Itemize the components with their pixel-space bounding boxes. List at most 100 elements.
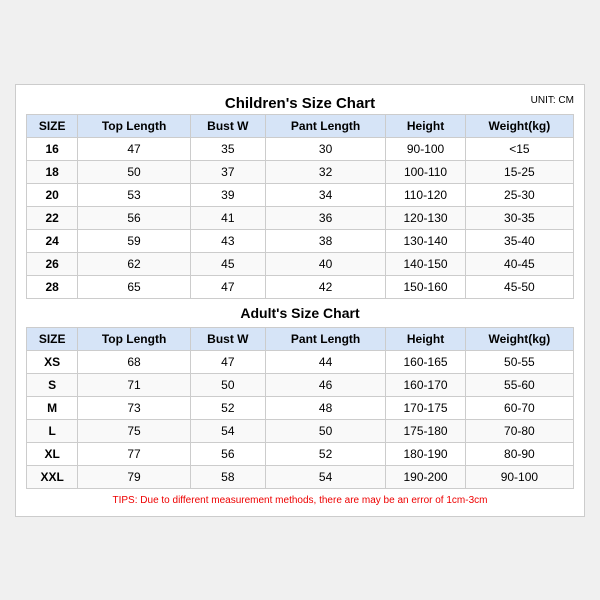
tips-text: TIPS: Due to different measurement metho… <box>26 495 574 506</box>
table-row: L755450175-18070-80 <box>27 419 574 442</box>
table-cell: 26 <box>27 252 78 275</box>
table-cell: 56 <box>78 206 191 229</box>
table-cell: 73 <box>78 396 191 419</box>
table-cell: M <box>27 396 78 419</box>
table-cell: 80-90 <box>465 442 573 465</box>
table-cell: 90-100 <box>465 465 573 488</box>
col-bust-w: Bust W <box>190 114 265 137</box>
table-cell: 34 <box>265 183 385 206</box>
table-row: 22564136120-13030-35 <box>27 206 574 229</box>
table-cell: 140-150 <box>386 252 465 275</box>
table-row: 28654742150-16045-50 <box>27 275 574 298</box>
unit-label: UNIT: CM <box>531 95 574 106</box>
col-weight: Weight(kg) <box>465 114 573 137</box>
table-row: 26624540140-15040-45 <box>27 252 574 275</box>
table-cell: 35-40 <box>465 229 573 252</box>
table-cell: <15 <box>465 137 573 160</box>
table-cell: 41 <box>190 206 265 229</box>
table-cell: 47 <box>190 350 265 373</box>
table-cell: 30 <box>265 137 385 160</box>
table-cell: 39 <box>190 183 265 206</box>
adult-col-weight: Weight(kg) <box>465 327 573 350</box>
table-cell: 170-175 <box>386 396 465 419</box>
table-cell: 38 <box>265 229 385 252</box>
table-cell: 36 <box>265 206 385 229</box>
table-cell: XXL <box>27 465 78 488</box>
adult-col-pant-length: Pant Length <box>265 327 385 350</box>
table-cell: 44 <box>265 350 385 373</box>
table-cell: 25-30 <box>465 183 573 206</box>
table-cell: 68 <box>78 350 191 373</box>
adult-col-bust-w: Bust W <box>190 327 265 350</box>
table-cell: 42 <box>265 275 385 298</box>
table-cell: 52 <box>190 396 265 419</box>
table-cell: 37 <box>190 160 265 183</box>
table-cell: 24 <box>27 229 78 252</box>
table-row: S715046160-17055-60 <box>27 373 574 396</box>
table-cell: 32 <box>265 160 385 183</box>
table-row: XS684744160-16550-55 <box>27 350 574 373</box>
table-cell: 45 <box>190 252 265 275</box>
table-cell: 16 <box>27 137 78 160</box>
table-cell: 43 <box>190 229 265 252</box>
table-cell: 54 <box>265 465 385 488</box>
table-row: 18503732100-11015-25 <box>27 160 574 183</box>
adult-section-title-row: Adult's Size Chart <box>27 298 574 327</box>
children-size-table: SIZE Top Length Bust W Pant Length Heigh… <box>26 114 574 489</box>
table-cell: 20 <box>27 183 78 206</box>
table-cell: 50 <box>265 419 385 442</box>
children-title: Children's Size Chart <box>225 95 375 112</box>
table-cell: 56 <box>190 442 265 465</box>
table-row: XL775652180-19080-90 <box>27 442 574 465</box>
chart-container: Children's Size Chart UNIT: CM SIZE Top … <box>15 84 585 517</box>
children-header-row: SIZE Top Length Bust W Pant Length Heigh… <box>27 114 574 137</box>
table-cell: 150-160 <box>386 275 465 298</box>
table-cell: 48 <box>265 396 385 419</box>
adult-section-title: Adult's Size Chart <box>27 298 574 327</box>
table-cell: 120-130 <box>386 206 465 229</box>
table-cell: 71 <box>78 373 191 396</box>
col-height: Height <box>386 114 465 137</box>
table-cell: 55-60 <box>465 373 573 396</box>
table-cell: 62 <box>78 252 191 275</box>
col-pant-length: Pant Length <box>265 114 385 137</box>
chart-title: Children's Size Chart UNIT: CM <box>26 95 574 112</box>
table-cell: 46 <box>265 373 385 396</box>
table-cell: 130-140 <box>386 229 465 252</box>
children-table-body: 1647353090-100<1518503732100-11015-25205… <box>27 137 574 298</box>
table-cell: 175-180 <box>386 419 465 442</box>
table-cell: 79 <box>78 465 191 488</box>
table-cell: 59 <box>78 229 191 252</box>
table-cell: 100-110 <box>386 160 465 183</box>
table-cell: 180-190 <box>386 442 465 465</box>
table-cell: XS <box>27 350 78 373</box>
table-cell: 47 <box>78 137 191 160</box>
table-cell: 52 <box>265 442 385 465</box>
table-row: 20533934110-12025-30 <box>27 183 574 206</box>
table-cell: 54 <box>190 419 265 442</box>
table-cell: 58 <box>190 465 265 488</box>
table-cell: 50 <box>78 160 191 183</box>
adult-col-size: SIZE <box>27 327 78 350</box>
table-cell: 18 <box>27 160 78 183</box>
adult-col-top-length: Top Length <box>78 327 191 350</box>
table-cell: 45-50 <box>465 275 573 298</box>
table-cell: 75 <box>78 419 191 442</box>
adult-header-row: SIZE Top Length Bust W Pant Length Heigh… <box>27 327 574 350</box>
table-cell: S <box>27 373 78 396</box>
table-cell: 110-120 <box>386 183 465 206</box>
table-cell: 47 <box>190 275 265 298</box>
table-cell: 22 <box>27 206 78 229</box>
table-cell: 160-165 <box>386 350 465 373</box>
table-cell: 50-55 <box>465 350 573 373</box>
table-cell: 70-80 <box>465 419 573 442</box>
table-cell: 60-70 <box>465 396 573 419</box>
table-row: 24594338130-14035-40 <box>27 229 574 252</box>
table-cell: 28 <box>27 275 78 298</box>
table-cell: L <box>27 419 78 442</box>
table-cell: 40 <box>265 252 385 275</box>
table-cell: XL <box>27 442 78 465</box>
table-row: 1647353090-100<15 <box>27 137 574 160</box>
table-cell: 15-25 <box>465 160 573 183</box>
col-size: SIZE <box>27 114 78 137</box>
